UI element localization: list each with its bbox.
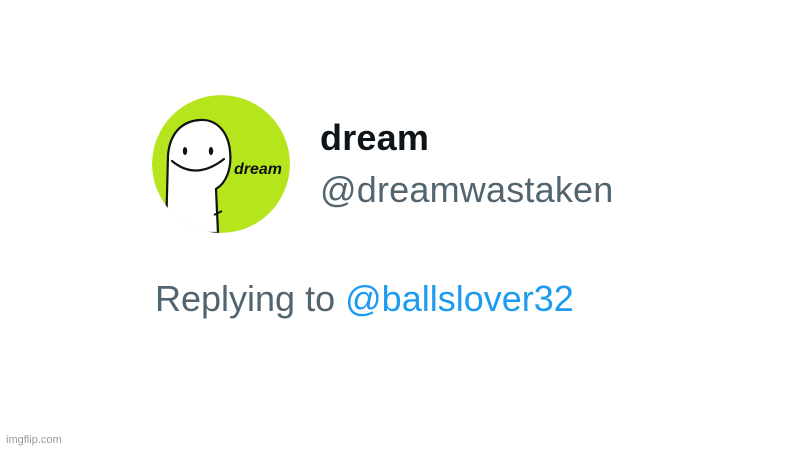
replying-to-label: Replying to — [155, 278, 336, 319]
watermark: imgflip.com — [6, 434, 62, 446]
avatar[interactable]: dream — [152, 95, 290, 233]
tweet-screenshot: dream dream @dreamwastaken Replying to @… — [0, 0, 800, 450]
author-names: dream @dreamwastaken — [320, 115, 613, 213]
dream-smiley-avatar-icon: dream — [152, 95, 290, 233]
user-handle[interactable]: @dreamwastaken — [320, 167, 613, 213]
replying-to-line: Replying to @ballslover32 — [155, 276, 574, 322]
tweet-author-header: dream dream @dreamwastaken — [152, 95, 613, 233]
display-name[interactable]: dream — [320, 115, 613, 161]
avatar-text: dream — [234, 161, 282, 178]
reply-mention-link[interactable]: @ballslover32 — [345, 278, 574, 319]
